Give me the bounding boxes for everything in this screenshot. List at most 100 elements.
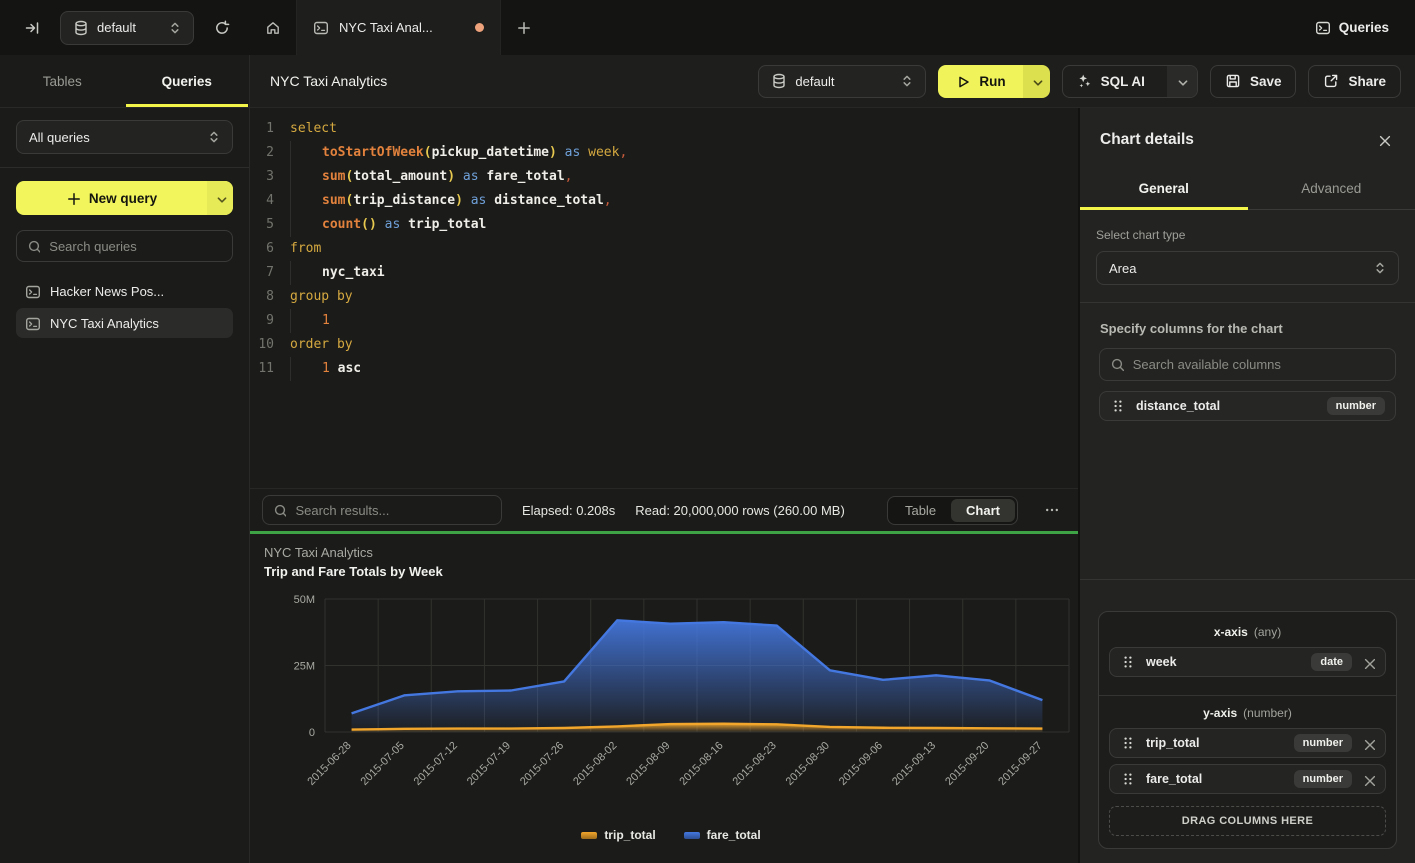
legend-item-fare_total[interactable]: fare_total <box>684 828 761 842</box>
database-selector-top[interactable]: default <box>60 11 194 45</box>
queries-icon <box>1315 20 1331 36</box>
column-type-badge: number <box>1294 734 1352 752</box>
chevron-updown-icon <box>167 20 183 36</box>
new-query-dropdown[interactable] <box>207 181 233 215</box>
code-line: 7nyc_taxi <box>250 261 1078 285</box>
column-item-week[interactable]: weekdate <box>1109 647 1386 677</box>
save-button[interactable]: Save <box>1210 65 1297 98</box>
sidebar-tab-tables[interactable]: Tables <box>0 55 125 107</box>
close-panel-button[interactable] <box>1373 129 1395 151</box>
chart-details-tabs: General Advanced <box>1080 169 1415 210</box>
legend-item-trip_total[interactable]: trip_total <box>581 828 655 842</box>
drag-handle-icon[interactable] <box>1120 654 1136 670</box>
search-results-field[interactable] <box>262 495 502 525</box>
sidebar-tab-queries[interactable]: Queries <box>125 55 250 107</box>
svg-text:2015-07-19: 2015-07-19 <box>465 740 513 788</box>
query-item-label: Hacker News Pos... <box>50 284 164 299</box>
search-columns-input[interactable] <box>1133 357 1385 372</box>
sidebar-tabs: Tables Queries <box>0 55 249 108</box>
view-switch: TableChart <box>887 496 1018 525</box>
chart-subtitle: Trip and Fare Totals by Week <box>264 564 1078 579</box>
share-button[interactable]: Share <box>1308 65 1401 98</box>
line-number: 8 <box>250 285 290 309</box>
svg-text:2015-09-20: 2015-09-20 <box>943 740 991 788</box>
run-button[interactable]: Run <box>938 65 1049 98</box>
svg-text:50M: 50M <box>294 594 315 606</box>
tab-advanced[interactable]: Advanced <box>1248 169 1415 209</box>
query-list-item[interactable]: Hacker News Pos... <box>16 276 233 306</box>
results-toolbar: Elapsed: 0.208s Read: 20,000,000 rows (2… <box>250 488 1078 531</box>
search-icon <box>27 239 40 254</box>
top-bar: default NYC Taxi Anal... Queries <box>0 0 1415 55</box>
run-label: Run <box>979 74 1005 89</box>
save-icon <box>1225 73 1241 89</box>
database-icon <box>73 20 88 36</box>
legend-swatch <box>684 832 700 839</box>
available-columns-list: distance_totalnumber <box>1096 381 1399 421</box>
database-selector-toolbar[interactable]: default <box>758 65 926 98</box>
svg-text:25M: 25M <box>294 661 315 673</box>
svg-text:2015-08-16: 2015-08-16 <box>677 740 725 788</box>
sql-ai-dropdown[interactable] <box>1167 66 1197 97</box>
sql-ai-button[interactable]: SQL AI <box>1062 65 1198 98</box>
remove-column-button[interactable] <box>1362 737 1375 750</box>
code-line: 5count() as trip_total <box>250 213 1078 237</box>
view-tab-table[interactable]: Table <box>890 499 951 522</box>
new-tab-button[interactable] <box>501 0 547 55</box>
plus-icon <box>66 191 80 205</box>
query-tab-active[interactable]: NYC Taxi Anal... <box>297 0 501 55</box>
column-item-distance_total[interactable]: distance_totalnumber <box>1099 391 1396 421</box>
run-options-dropdown[interactable] <box>1023 65 1050 98</box>
svg-text:2015-07-05: 2015-07-05 <box>359 740 407 788</box>
panel-divider <box>1080 302 1415 303</box>
remove-column-button[interactable] <box>1362 773 1375 786</box>
more-options-button[interactable] <box>1038 502 1066 518</box>
code-line: 3sum(total_amount) as fare_total, <box>250 165 1078 189</box>
queries-filter-select[interactable]: All queries <box>16 120 233 154</box>
column-name: fare_total <box>1146 772 1284 786</box>
search-queries-field[interactable] <box>16 230 233 262</box>
home-tab[interactable] <box>250 0 297 55</box>
code-line: 111 asc <box>250 357 1078 381</box>
line-number: 9 <box>250 309 290 333</box>
line-number: 6 <box>250 237 290 261</box>
drag-handle-icon[interactable] <box>1120 771 1136 787</box>
drag-handle-icon[interactable] <box>1120 735 1136 751</box>
line-number: 10 <box>250 333 290 357</box>
queries-link[interactable]: Queries <box>1289 0 1415 55</box>
new-query-button[interactable]: New query <box>16 181 233 215</box>
database-selector-value: default <box>795 74 890 89</box>
query-list-item[interactable]: NYC Taxi Analytics <box>16 308 233 338</box>
line-number: 4 <box>250 189 290 213</box>
area-chart[interactable]: 025M50M2015-06-282015-07-052015-07-12201… <box>264 579 1078 821</box>
terminal-icon <box>25 284 40 299</box>
sql-ai-label: SQL AI <box>1101 74 1145 89</box>
column-item-trip_total[interactable]: trip_totalnumber <box>1109 728 1386 758</box>
chart-legend: trip_total fare_total <box>264 828 1078 842</box>
column-item-fare_total[interactable]: fare_totalnumber <box>1109 764 1386 794</box>
database-icon <box>771 73 786 89</box>
sidebar: Tables Queries All queries New query <box>0 55 250 863</box>
save-label: Save <box>1250 74 1282 89</box>
svg-text:2015-09-06: 2015-09-06 <box>837 740 885 788</box>
collapse-sidebar-button[interactable] <box>18 14 46 42</box>
code-line: 2toStartOfWeek(pickup_datetime) as week, <box>250 141 1078 165</box>
y-axis-header: y-axis(number) <box>1108 706 1387 720</box>
chart-type-value: Area <box>1109 261 1363 276</box>
search-results-input[interactable] <box>295 503 491 518</box>
line-number: 7 <box>250 261 290 285</box>
tab-general[interactable]: General <box>1080 169 1248 209</box>
sql-editor[interactable]: 1select2toStartOfWeek(pickup_datetime) a… <box>250 108 1078 488</box>
code-line: 4sum(trip_distance) as distance_total, <box>250 189 1078 213</box>
view-tab-chart[interactable]: Chart <box>951 499 1015 522</box>
chart-type-select[interactable]: Area <box>1096 251 1399 285</box>
refresh-button[interactable] <box>208 14 236 42</box>
more-icon <box>1044 502 1060 518</box>
search-columns-field[interactable] <box>1099 348 1396 381</box>
sidebar-divider <box>0 167 249 168</box>
search-queries-input[interactable] <box>49 239 222 254</box>
line-number: 11 <box>250 357 290 381</box>
remove-column-button[interactable] <box>1362 656 1375 669</box>
drop-zone[interactable]: DRAG COLUMNS HERE <box>1109 806 1386 836</box>
drag-handle-icon[interactable] <box>1110 398 1126 414</box>
